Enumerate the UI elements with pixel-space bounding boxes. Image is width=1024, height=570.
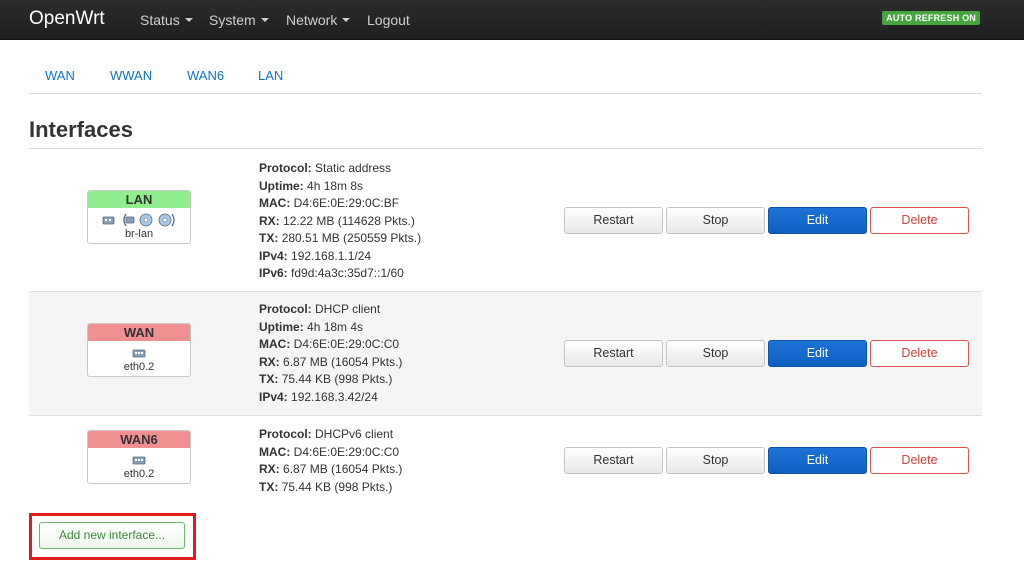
chevron-down-icon bbox=[260, 18, 269, 22]
info-mac: MAC: D4:6E:0E:29:0C:C0 bbox=[259, 337, 400, 351]
info-uptime: Uptime: 4h 18m 4s bbox=[259, 319, 364, 334]
info-rx: RX: 12.22 MB (114628 Pkts.) bbox=[259, 213, 415, 228]
delete-button[interactable]: Delete bbox=[870, 207, 969, 234]
info-ipv4: IPv4: 192.168.1.1/24 bbox=[259, 248, 372, 263]
nav-menu-system[interactable]: System bbox=[209, 12, 269, 28]
info-tx: TX: 75.44 KB (998 Pkts.) bbox=[259, 479, 393, 494]
device-icons bbox=[88, 341, 190, 361]
add-new-interface-button[interactable]: Add new interface... bbox=[39, 522, 185, 549]
info-tx: TX: 75.44 KB (998 Pkts.) bbox=[259, 372, 393, 386]
auto-refresh-badge[interactable]: AUTO REFRESH ON bbox=[882, 11, 980, 25]
restart-button[interactable]: Restart bbox=[564, 340, 663, 367]
info-protocol: Protocol: DHCPv6 client bbox=[259, 427, 394, 441]
interface-tabs: WAN WWAN WAN6 LAN bbox=[29, 58, 982, 94]
ethernet-port-icon bbox=[132, 456, 146, 465]
delete-button[interactable]: Delete bbox=[870, 340, 969, 367]
info-protocol: Protocol: DHCP client bbox=[259, 302, 381, 316]
interface-device-name: br-lan bbox=[124, 228, 154, 240]
interface-badge-wan6: WAN6 eth0.2 bbox=[87, 430, 191, 484]
interface-badge-lan: LAN br-lan bbox=[87, 190, 191, 244]
interface-row-wan: WAN eth0.2 Protocol: DHCP client Uptime:… bbox=[29, 292, 982, 416]
interface-actions-lan: Restart Stop Edit Delete bbox=[564, 207, 970, 234]
info-ipv4: IPv4: 192.168.3.42/24 bbox=[259, 389, 378, 404]
nav-menu-network-label: Network bbox=[286, 12, 338, 28]
interface-actions-wan6: Restart Stop Edit Delete bbox=[564, 447, 970, 474]
info-uptime: Uptime: 4h 18m 8s bbox=[259, 178, 364, 193]
info-ipv6: IPv6: fd9d:4a3c:35d7::1/60 bbox=[259, 266, 404, 280]
bridge-icon bbox=[123, 213, 135, 227]
interface-row-wan6: WAN6 eth0.2 Protocol: DHCPv6 client MAC:… bbox=[29, 416, 982, 504]
edit-button[interactable]: Edit bbox=[768, 447, 867, 474]
interface-info-lan: Protocol: Static address Uptime: 4h 18m … bbox=[259, 160, 421, 283]
info-rx: RX: 6.87 MB (16054 Pkts.) bbox=[259, 354, 403, 369]
device-icons bbox=[88, 448, 190, 468]
top-navbar: OpenWrt Status System Network Logout AUT… bbox=[0, 0, 1024, 40]
info-protocol: Protocol: Static address bbox=[259, 161, 392, 175]
nav-menu-status-label: Status bbox=[140, 12, 180, 28]
nav-logout[interactable]: Logout bbox=[367, 12, 410, 28]
interface-device-name: eth0.2 bbox=[123, 361, 155, 373]
restart-button[interactable]: Restart bbox=[564, 447, 663, 474]
interface-badge-wan: WAN eth0.2 bbox=[87, 323, 191, 377]
delete-button[interactable]: Delete bbox=[870, 447, 969, 474]
nav-menu-system-label: System bbox=[209, 12, 256, 28]
device-icons bbox=[88, 208, 190, 228]
interfaces-table: LAN br-lan Protocol: Static address Upti… bbox=[29, 148, 982, 504]
chevron-down-icon bbox=[342, 18, 351, 22]
edit-button[interactable]: Edit bbox=[768, 207, 867, 234]
info-mac: MAC: D4:6E:0E:29:0C:BF bbox=[259, 196, 400, 210]
nav-menu-status[interactable]: Status bbox=[140, 12, 193, 28]
interface-row-lan: LAN br-lan Protocol: Static address Upti… bbox=[29, 149, 982, 292]
restart-button[interactable]: Restart bbox=[564, 207, 663, 234]
tab-wan6[interactable]: WAN6 bbox=[187, 68, 224, 83]
interface-actions-wan: Restart Stop Edit Delete bbox=[564, 340, 970, 367]
stop-button[interactable]: Stop bbox=[666, 340, 765, 367]
interface-badge-name: WAN6 bbox=[88, 431, 190, 448]
interface-info-wan: Protocol: DHCP client Uptime: 4h 18m 4s … bbox=[259, 301, 402, 406]
interface-badge-name: LAN bbox=[88, 191, 190, 208]
chevron-down-icon bbox=[184, 18, 193, 22]
interface-device-name: eth0.2 bbox=[123, 468, 155, 480]
tab-wwan[interactable]: WWAN bbox=[110, 68, 152, 83]
wireless-icon bbox=[158, 213, 175, 227]
info-tx: TX: 280.51 MB (250559 Pkts.) bbox=[259, 231, 422, 245]
interface-badge-name: WAN bbox=[88, 324, 190, 341]
interface-info-wan6: Protocol: DHCPv6 client MAC: D4:6E:0E:29… bbox=[259, 426, 402, 496]
edit-button[interactable]: Edit bbox=[768, 340, 867, 367]
nav-menu-network[interactable]: Network bbox=[286, 12, 351, 28]
stop-button[interactable]: Stop bbox=[666, 207, 765, 234]
page-title: Interfaces bbox=[29, 117, 133, 142]
ethernet-port-icon bbox=[132, 349, 146, 358]
tab-wan[interactable]: WAN bbox=[45, 68, 75, 83]
tab-lan[interactable]: LAN bbox=[258, 68, 283, 83]
info-mac: MAC: D4:6E:0E:29:0C:C0 bbox=[259, 444, 400, 459]
stop-button[interactable]: Stop bbox=[666, 447, 765, 474]
info-rx: RX: 6.87 MB (16054 Pkts.) bbox=[259, 462, 403, 476]
nav-logout-label: Logout bbox=[367, 12, 410, 28]
brand-logo[interactable]: OpenWrt bbox=[29, 8, 105, 30]
ethernet-port-icon bbox=[102, 216, 115, 225]
wireless-icon bbox=[139, 213, 153, 227]
